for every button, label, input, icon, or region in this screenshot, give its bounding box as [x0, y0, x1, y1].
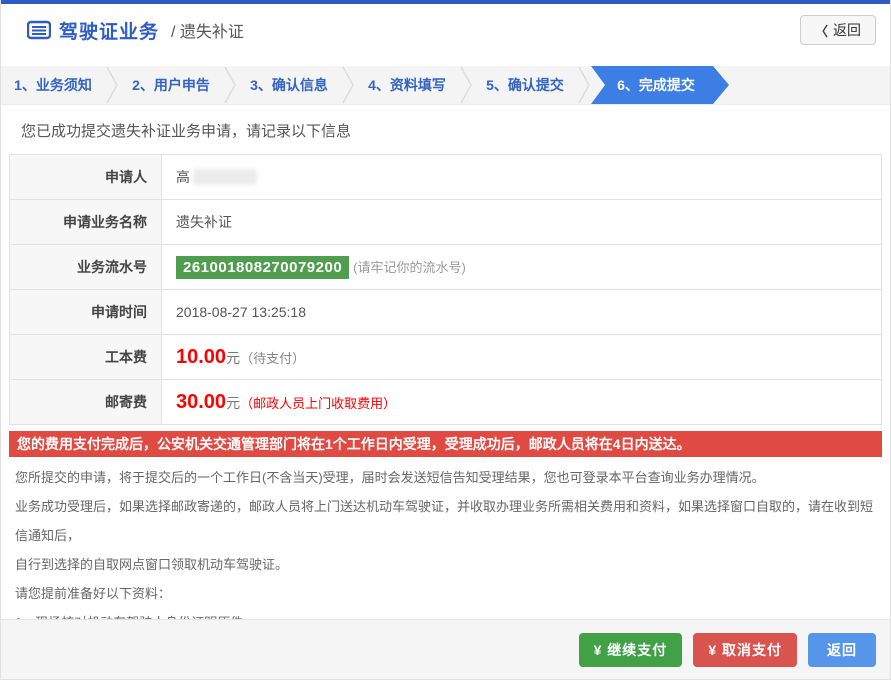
submission-info-table: 申请人 高 申请业务名称 遗失补证 业务流水号 2610018082700792…: [9, 154, 882, 425]
row-label: 邮寄费: [9, 379, 162, 425]
instruction-line: 请您提前准备好以下资料：: [15, 586, 172, 601]
serial-number-badge: 261001808270079200: [176, 255, 350, 279]
step-separator-icon: [341, 66, 355, 104]
row-label: 申请人: [9, 154, 162, 200]
apply-time-value: 2018-08-27 13:25:18: [161, 289, 882, 335]
instruction-line: 您所提交的申请，将于提交后的一个工作日(不含当天)受理，届时会发送短信告知受理结…: [15, 470, 765, 485]
fee-unit: 元: [226, 349, 241, 366]
success-message: 您已成功提交遗失补证业务申请，请记录以下信息: [21, 123, 352, 140]
tab-step-6-active[interactable]: 6、完成提交: [591, 66, 729, 104]
main-content: 您已成功提交遗失补证业务申请，请记录以下信息 申请人 高 申请业务名称 遗失补证…: [1, 120, 890, 676]
return-button[interactable]: 返回: [808, 632, 876, 667]
header: 驾驶证业务 / 遗失补证 〈 返回: [1, 4, 890, 56]
fee-note: （待支付）: [240, 350, 306, 366]
fee-note: （邮政人员上门收取费用）: [240, 395, 397, 411]
instruction-line: 业务成功受理后，如果选择邮政寄递的，邮政人员将上门送达机动车驾驶证，并收取办理业…: [15, 499, 874, 543]
table-row: 工本费 10.00元（待支付）: [9, 334, 882, 380]
step-separator-icon: [577, 66, 591, 104]
back-button-label: 返回: [833, 22, 861, 38]
tab-step-3[interactable]: 3、确认信息: [237, 66, 341, 104]
row-label: 工本费: [9, 334, 162, 380]
redaction-blur: [193, 169, 257, 185]
fee-amount: 10.00: [176, 345, 227, 368]
row-label: 申请业务名称: [9, 199, 162, 245]
action-bar: ¥ 继续支付 ¥ 取消支付 返回: [1, 619, 890, 679]
tab-step-4[interactable]: 4、资料填写: [355, 66, 459, 104]
step-separator-icon: [105, 66, 119, 104]
breadcrumb-current: / 遗失补证: [171, 24, 244, 41]
service-panel: 驾驶证业务 / 遗失补证 〈 返回 1、业务须知 2、用户申告 3、确认信息 4…: [0, 0, 891, 680]
steps-bar: 1、业务须知 2、用户申告 3、确认信息 4、资料填写 5、确认提交 6、完成提…: [1, 66, 890, 105]
chevron-left-icon: 〈: [814, 23, 828, 39]
breadcrumb: 驾驶证业务 / 遗失补证: [27, 17, 244, 44]
table-row: 邮寄费 30.00元（邮政人员上门收取费用）: [9, 379, 882, 425]
business-name-value: 遗失补证: [161, 199, 882, 245]
serial-value: 261001808270079200 (请牢记你的流水号): [161, 244, 882, 290]
table-row: 申请人 高: [9, 154, 882, 200]
step-separator-icon: [459, 66, 473, 104]
applicant-name: 高: [176, 169, 190, 185]
row-label: 业务流水号: [9, 244, 162, 290]
applicant-value: 高: [161, 154, 882, 200]
back-button[interactable]: 〈 返回: [799, 15, 876, 45]
tab-step-1[interactable]: 1、业务须知: [1, 66, 105, 104]
steps-bar-filler: [729, 66, 890, 104]
tab-step-5[interactable]: 5、确认提交: [473, 66, 577, 104]
production-fee-value: 10.00元（待支付）: [161, 334, 882, 380]
table-row: 申请时间 2018-08-27 13:25:18: [9, 289, 882, 335]
step-separator-icon: [223, 66, 237, 104]
table-row: 业务流水号 261001808270079200 (请牢记你的流水号): [9, 244, 882, 290]
postage-fee-value: 30.00元（邮政人员上门收取费用）: [161, 379, 882, 425]
tab-step-2[interactable]: 2、用户申告: [119, 66, 223, 104]
payment-notice-banner: 您的费用支付完成后，公安机关交通管理部门将在1个工作日内受理，受理成功后，邮政人…: [9, 431, 882, 457]
fee-amount: 30.00: [176, 390, 227, 413]
row-label: 申请时间: [9, 289, 162, 335]
license-card-icon: [27, 20, 51, 40]
table-row: 申请业务名称 遗失补证: [9, 199, 882, 245]
serial-note: (请牢记你的流水号): [353, 259, 466, 275]
instruction-line: 自行到选择的自取网点窗口领取机动车驾驶证。: [15, 557, 289, 572]
cancel-payment-button[interactable]: ¥ 取消支付: [693, 632, 797, 667]
continue-payment-button[interactable]: ¥ 继续支付: [578, 632, 683, 667]
fee-unit: 元: [226, 394, 241, 411]
page-title: 驾驶证业务: [59, 21, 160, 43]
